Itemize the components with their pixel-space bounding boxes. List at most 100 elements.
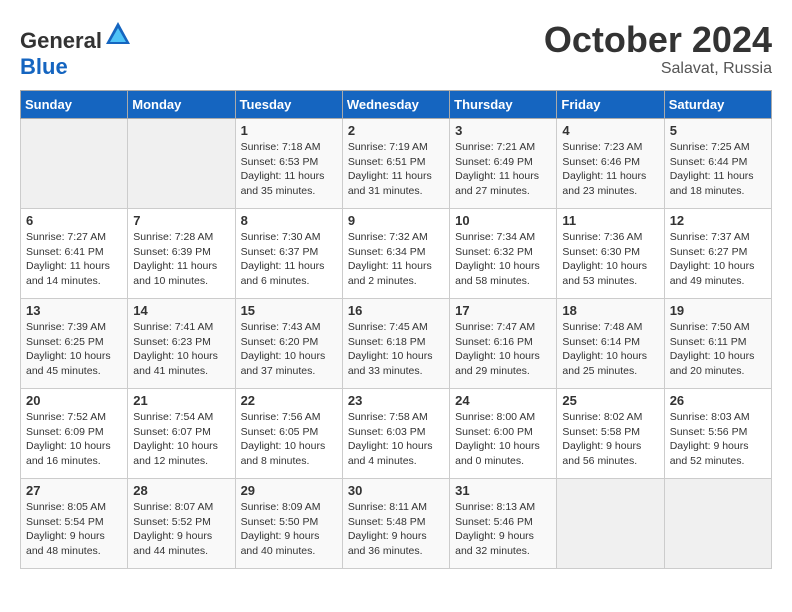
day-info: Sunrise: 7:45 AMSunset: 6:18 PMDaylight:…	[348, 320, 444, 379]
day-number: 27	[26, 483, 122, 498]
calendar-cell: 10Sunrise: 7:34 AMSunset: 6:32 PMDayligh…	[450, 209, 557, 299]
header-friday: Friday	[557, 91, 664, 119]
day-info: Sunrise: 8:07 AMSunset: 5:52 PMDaylight:…	[133, 500, 229, 559]
title-block: October 2024 Salavat, Russia	[544, 20, 772, 78]
day-info: Sunrise: 7:37 AMSunset: 6:27 PMDaylight:…	[670, 230, 766, 289]
calendar-cell: 8 Sunrise: 7:30 AMSunset: 6:37 PMDaylight…	[235, 209, 342, 299]
day-number: 20	[26, 393, 122, 408]
calendar-cell	[557, 479, 664, 569]
day-number: 23	[348, 393, 444, 408]
calendar-cell: 12 Sunrise: 7:37 AMSunset: 6:27 PMDayligh…	[664, 209, 771, 299]
day-number: 16	[348, 303, 444, 318]
day-info: Sunrise: 7:19 AMSunset: 6:51 PMDaylight:…	[348, 140, 444, 199]
day-number: 22	[241, 393, 337, 408]
calendar-cell: 26Sunrise: 8:03 AMSunset: 5:56 PMDayligh…	[664, 389, 771, 479]
calendar-cell: 4 Sunrise: 7:23 AMSunset: 6:46 PMDaylight…	[557, 119, 664, 209]
day-number: 30	[348, 483, 444, 498]
calendar-cell: 19 Sunrise: 7:50 AMSunset: 6:11 PMDayligh…	[664, 299, 771, 389]
calendar-cell: 31Sunrise: 8:13 AMSunset: 5:46 PMDayligh…	[450, 479, 557, 569]
day-info: Sunrise: 8:00 AMSunset: 6:00 PMDaylight:…	[455, 410, 551, 469]
day-info: Sunrise: 7:36 AMSunset: 6:30 PMDaylight:…	[562, 230, 658, 289]
day-info: Sunrise: 7:58 AMSunset: 6:03 PMDaylight:…	[348, 410, 444, 469]
day-number: 14	[133, 303, 229, 318]
day-info: Sunrise: 8:13 AMSunset: 5:46 PMDaylight:…	[455, 500, 551, 559]
header-wednesday: Wednesday	[342, 91, 449, 119]
calendar-week-4: 20 Sunrise: 7:52 AMSunset: 6:09 PMDayligh…	[21, 389, 772, 479]
day-info: Sunrise: 7:43 AMSunset: 6:20 PMDaylight:…	[241, 320, 337, 379]
day-info: Sunrise: 7:47 AMSunset: 6:16 PMDaylight:…	[455, 320, 551, 379]
day-info: Sunrise: 7:50 AMSunset: 6:11 PMDaylight:…	[670, 320, 766, 379]
calendar-week-3: 13Sunrise: 7:39 AMSunset: 6:25 PMDayligh…	[21, 299, 772, 389]
calendar-cell: 28Sunrise: 8:07 AMSunset: 5:52 PMDayligh…	[128, 479, 235, 569]
day-info: Sunrise: 7:54 AMSunset: 6:07 PMDaylight:…	[133, 410, 229, 469]
day-number: 2	[348, 123, 444, 138]
calendar-cell: 16 Sunrise: 7:45 AMSunset: 6:18 PMDayligh…	[342, 299, 449, 389]
calendar-cell	[128, 119, 235, 209]
day-number: 19	[670, 303, 766, 318]
day-info: Sunrise: 7:27 AMSunset: 6:41 PMDaylight:…	[26, 230, 122, 289]
calendar-cell: 20 Sunrise: 7:52 AMSunset: 6:09 PMDayligh…	[21, 389, 128, 479]
day-info: Sunrise: 7:52 AMSunset: 6:09 PMDaylight:…	[26, 410, 122, 469]
day-info: Sunrise: 7:21 AMSunset: 6:49 PMDaylight:…	[455, 140, 551, 199]
calendar-cell: 17 Sunrise: 7:47 AMSunset: 6:16 PMDayligh…	[450, 299, 557, 389]
day-info: Sunrise: 7:23 AMSunset: 6:46 PMDaylight:…	[562, 140, 658, 199]
calendar-cell: 1 Sunrise: 7:18 AMSunset: 6:53 PMDaylight…	[235, 119, 342, 209]
calendar-cell: 3 Sunrise: 7:21 AMSunset: 6:49 PMDaylight…	[450, 119, 557, 209]
logo-icon	[104, 20, 132, 48]
calendar-week-1: 1 Sunrise: 7:18 AMSunset: 6:53 PMDaylight…	[21, 119, 772, 209]
logo: General Blue	[20, 20, 132, 80]
header-saturday: Saturday	[664, 91, 771, 119]
calendar-cell: 15 Sunrise: 7:43 AMSunset: 6:20 PMDayligh…	[235, 299, 342, 389]
calendar-week-2: 6 Sunrise: 7:27 AMSunset: 6:41 PMDaylight…	[21, 209, 772, 299]
day-info: Sunrise: 7:56 AMSunset: 6:05 PMDaylight:…	[241, 410, 337, 469]
logo-text: General Blue	[20, 20, 132, 80]
day-info: Sunrise: 7:34 AMSunset: 6:32 PMDaylight:…	[455, 230, 551, 289]
day-number: 8	[241, 213, 337, 228]
calendar-cell: 22 Sunrise: 7:56 AMSunset: 6:05 PMDayligh…	[235, 389, 342, 479]
calendar-title: October 2024	[544, 20, 772, 60]
day-info: Sunrise: 7:41 AMSunset: 6:23 PMDaylight:…	[133, 320, 229, 379]
calendar-cell	[664, 479, 771, 569]
day-info: Sunrise: 7:39 AMSunset: 6:25 PMDaylight:…	[26, 320, 122, 379]
calendar-cell: 9Sunrise: 7:32 AMSunset: 6:34 PMDaylight…	[342, 209, 449, 299]
calendar-cell: 13Sunrise: 7:39 AMSunset: 6:25 PMDayligh…	[21, 299, 128, 389]
header-monday: Monday	[128, 91, 235, 119]
calendar-cell: 30 Sunrise: 8:11 AMSunset: 5:48 PMDayligh…	[342, 479, 449, 569]
calendar-cell: 14 Sunrise: 7:41 AMSunset: 6:23 PMDayligh…	[128, 299, 235, 389]
logo-blue: Blue	[20, 54, 68, 79]
day-number: 15	[241, 303, 337, 318]
calendar-cell	[21, 119, 128, 209]
day-number: 1	[241, 123, 337, 138]
calendar-cell: 7 Sunrise: 7:28 AMSunset: 6:39 PMDaylight…	[128, 209, 235, 299]
day-number: 24	[455, 393, 551, 408]
logo-general: General	[20, 28, 102, 53]
day-info: Sunrise: 7:25 AMSunset: 6:44 PMDaylight:…	[670, 140, 766, 199]
calendar-cell: 23 Sunrise: 7:58 AMSunset: 6:03 PMDayligh…	[342, 389, 449, 479]
day-number: 7	[133, 213, 229, 228]
day-info: Sunrise: 8:09 AMSunset: 5:50 PMDaylight:…	[241, 500, 337, 559]
calendar-subtitle: Salavat, Russia	[544, 60, 772, 78]
day-number: 17	[455, 303, 551, 318]
day-number: 25	[562, 393, 658, 408]
day-info: Sunrise: 7:28 AMSunset: 6:39 PMDaylight:…	[133, 230, 229, 289]
page-header: General Blue October 2024 Salavat, Russi…	[20, 20, 772, 80]
day-number: 12	[670, 213, 766, 228]
calendar-cell: 25 Sunrise: 8:02 AMSunset: 5:58 PMDayligh…	[557, 389, 664, 479]
calendar-cell: 29Sunrise: 8:09 AMSunset: 5:50 PMDayligh…	[235, 479, 342, 569]
day-info: Sunrise: 7:18 AMSunset: 6:53 PMDaylight:…	[241, 140, 337, 199]
day-info: Sunrise: 7:32 AMSunset: 6:34 PMDaylight:…	[348, 230, 444, 289]
calendar-cell: 11Sunrise: 7:36 AMSunset: 6:30 PMDayligh…	[557, 209, 664, 299]
header-sunday: Sunday	[21, 91, 128, 119]
day-info: Sunrise: 7:30 AMSunset: 6:37 PMDaylight:…	[241, 230, 337, 289]
calendar-header-row: SundayMondayTuesdayWednesdayThursdayFrid…	[21, 91, 772, 119]
calendar-table: SundayMondayTuesdayWednesdayThursdayFrid…	[20, 90, 772, 569]
day-info: Sunrise: 8:05 AMSunset: 5:54 PMDaylight:…	[26, 500, 122, 559]
header-thursday: Thursday	[450, 91, 557, 119]
calendar-cell: 6 Sunrise: 7:27 AMSunset: 6:41 PMDaylight…	[21, 209, 128, 299]
day-info: Sunrise: 8:11 AMSunset: 5:48 PMDaylight:…	[348, 500, 444, 559]
day-number: 6	[26, 213, 122, 228]
day-info: Sunrise: 8:02 AMSunset: 5:58 PMDaylight:…	[562, 410, 658, 469]
day-number: 3	[455, 123, 551, 138]
day-number: 4	[562, 123, 658, 138]
day-info: Sunrise: 8:03 AMSunset: 5:56 PMDaylight:…	[670, 410, 766, 469]
